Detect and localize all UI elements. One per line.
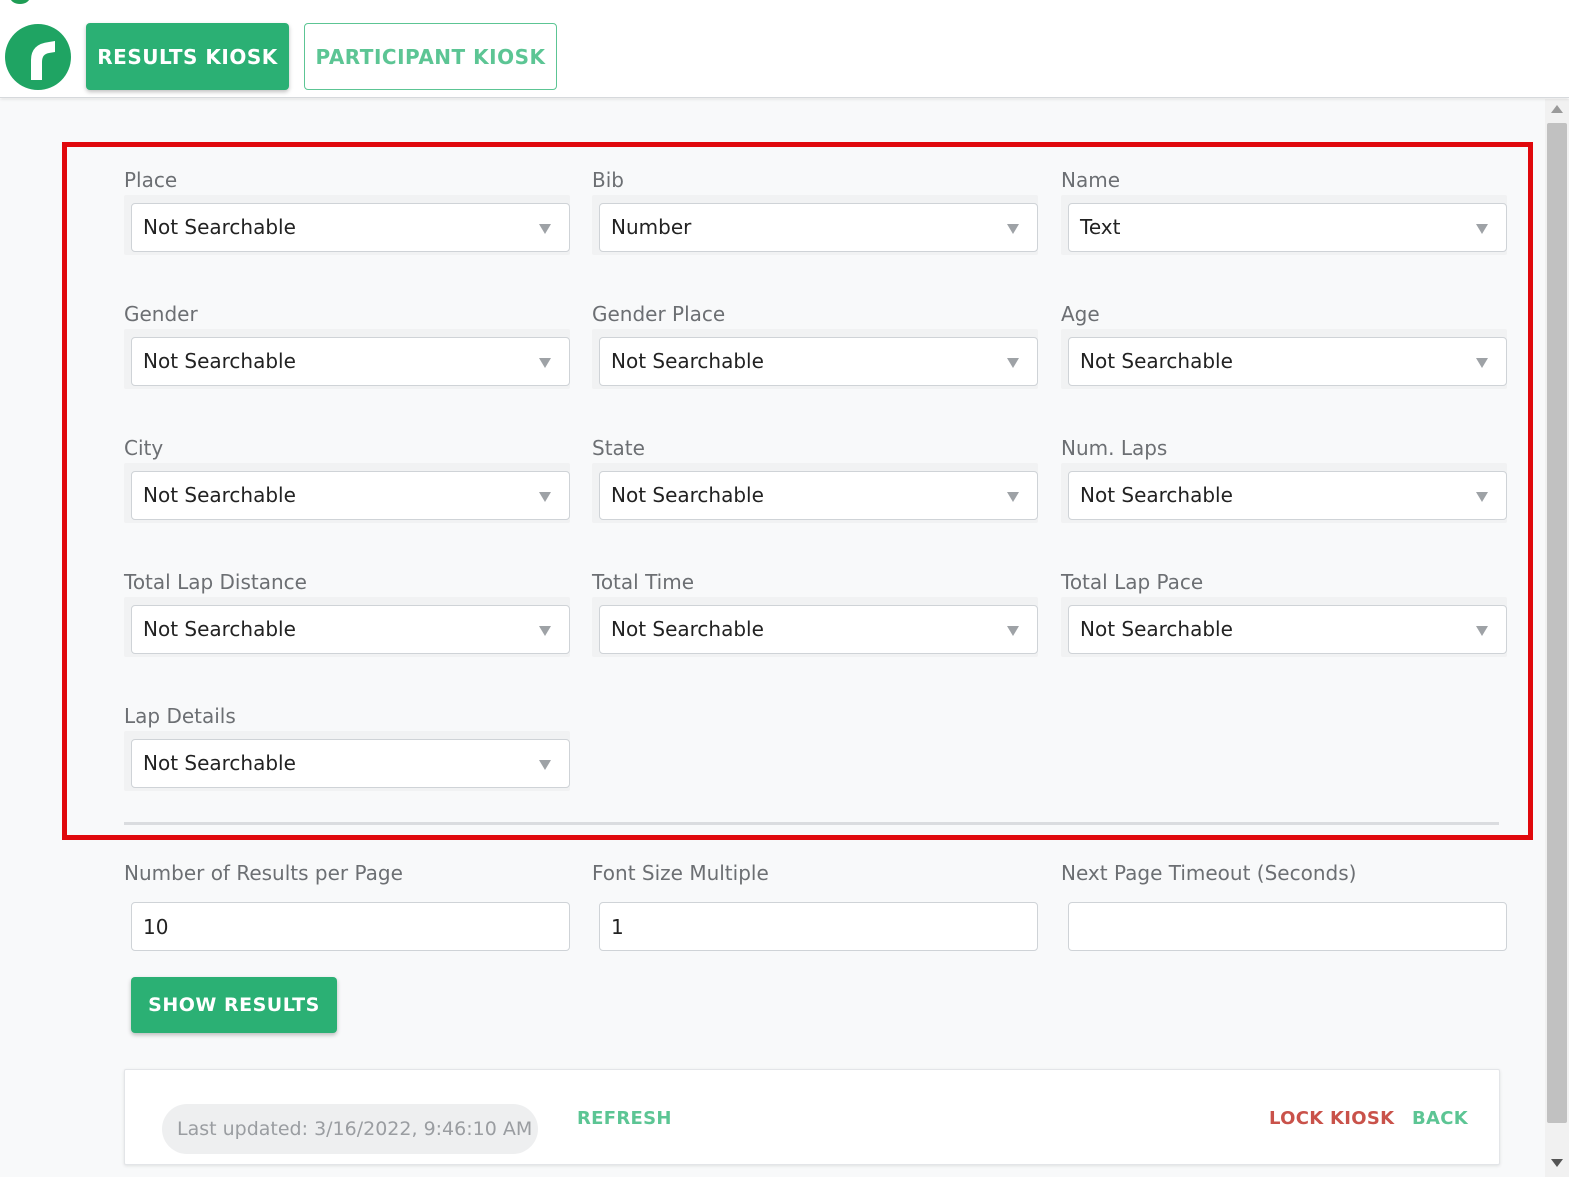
field-label: Gender Place <box>592 302 726 326</box>
field-label: Total Lap Distance <box>124 570 307 594</box>
dropdown-arrow-icon <box>539 760 551 770</box>
field-label: Place <box>124 168 178 192</box>
dropdown-arrow-icon <box>1476 626 1488 636</box>
select-value: Not Searchable <box>143 617 296 641</box>
dropdown-arrow-icon <box>1007 492 1019 502</box>
field-select[interactable]: Not Searchable <box>131 605 570 654</box>
field-city: City Not Searchable <box>124 433 570 523</box>
field-select[interactable]: Not Searchable <box>131 203 570 252</box>
scroll-up-arrow-icon[interactable] <box>1551 105 1563 113</box>
field-label: Gender <box>124 302 198 326</box>
field-select[interactable]: Not Searchable <box>599 337 1038 386</box>
scroll-down-arrow-icon[interactable] <box>1551 1159 1563 1167</box>
field-select[interactable]: Text <box>1068 203 1507 252</box>
select-value: Not Searchable <box>143 751 296 775</box>
select-value: Not Searchable <box>1080 483 1233 507</box>
dropdown-arrow-icon <box>1476 358 1488 368</box>
field-label: City <box>124 436 164 460</box>
dropdown-arrow-icon <box>539 626 551 636</box>
results-per-page-label: Number of Results per Page <box>124 861 403 885</box>
field-total-time: Total Time Not Searchable <box>592 567 1038 657</box>
select-value: Not Searchable <box>611 617 764 641</box>
footer-card: Last updated: 3/16/2022, 9:46:10 AM REFR… <box>124 1069 1500 1165</box>
select-value: Number <box>611 215 692 239</box>
field-label: Lap Details <box>124 704 236 728</box>
participant-kiosk-button[interactable]: PARTICIPANT KIOSK <box>304 23 557 90</box>
field-bib: Bib Number <box>592 165 1038 255</box>
back-button[interactable]: BACK <box>1412 1104 1468 1134</box>
refresh-button[interactable]: REFRESH <box>577 1104 672 1134</box>
dropdown-arrow-icon <box>1007 358 1019 368</box>
field-label: Total Lap Pace <box>1061 570 1204 594</box>
font-size-multiple-label: Font Size Multiple <box>592 861 769 885</box>
field-select[interactable]: Not Searchable <box>131 739 570 788</box>
tab-favicon-icon <box>10 0 30 4</box>
field-label: Num. Laps <box>1061 436 1168 460</box>
dropdown-arrow-icon <box>1007 224 1019 234</box>
field-label: Bib <box>592 168 624 192</box>
dropdown-arrow-icon <box>1476 224 1488 234</box>
dropdown-arrow-icon <box>539 358 551 368</box>
show-results-button[interactable]: SHOW RESULTS <box>131 977 337 1033</box>
select-value: Not Searchable <box>143 349 296 373</box>
results-per-page-field: Number of Results per Page <box>124 858 570 951</box>
field-select[interactable]: Not Searchable <box>131 471 570 520</box>
dropdown-arrow-icon <box>1476 492 1488 502</box>
last-updated-badge: Last updated: 3/16/2022, 9:46:10 AM <box>162 1104 538 1154</box>
next-page-timeout-field: Next Page Timeout (Seconds) <box>1061 858 1507 951</box>
field-select[interactable]: Not Searchable <box>599 605 1038 654</box>
results-per-page-input[interactable] <box>131 902 570 951</box>
next-page-timeout-label: Next Page Timeout (Seconds) <box>1061 861 1357 885</box>
field-label: State <box>592 436 645 460</box>
field-gender: Gender Not Searchable <box>124 299 570 389</box>
results-kiosk-button[interactable]: RESULTS KIOSK <box>86 23 289 90</box>
select-value: Not Searchable <box>143 215 296 239</box>
dropdown-arrow-icon <box>539 224 551 234</box>
font-size-multiple-input[interactable] <box>599 902 1038 951</box>
field-select[interactable]: Number <box>599 203 1038 252</box>
app-logo-icon[interactable] <box>5 24 71 90</box>
field-place: Place Not Searchable <box>124 165 570 255</box>
field-lap-details: Lap Details Not Searchable <box>124 701 570 791</box>
field-name: Name Text <box>1061 165 1507 255</box>
field-select[interactable]: Not Searchable <box>1068 471 1507 520</box>
field-select[interactable]: Not Searchable <box>1068 337 1507 386</box>
field-gender-place: Gender Place Not Searchable <box>592 299 1038 389</box>
field-num-laps: Num. Laps Not Searchable <box>1061 433 1507 523</box>
select-value: Text <box>1080 215 1121 239</box>
select-value: Not Searchable <box>143 483 296 507</box>
field-age: Age Not Searchable <box>1061 299 1507 389</box>
field-label: Total Time <box>592 570 695 594</box>
select-value: Not Searchable <box>611 349 764 373</box>
top-bar: RESULTS KIOSK PARTICIPANT KIOSK <box>0 0 1569 98</box>
dropdown-arrow-icon <box>539 492 551 502</box>
next-page-timeout-input[interactable] <box>1068 902 1507 951</box>
field-total-lap-pace: Total Lap Pace Not Searchable <box>1061 567 1507 657</box>
field-select[interactable]: Not Searchable <box>131 337 570 386</box>
field-select[interactable]: Not Searchable <box>599 471 1038 520</box>
dropdown-arrow-icon <box>1007 626 1019 636</box>
field-label: Age <box>1061 302 1100 326</box>
scrollbar-thumb[interactable] <box>1547 123 1567 1123</box>
font-size-multiple-field: Font Size Multiple <box>592 858 1038 951</box>
lock-kiosk-button[interactable]: LOCK KIOSK <box>1269 1104 1394 1134</box>
field-label: Name <box>1061 168 1121 192</box>
field-state: State Not Searchable <box>592 433 1038 523</box>
vertical-scrollbar[interactable] <box>1545 99 1569 1177</box>
field-select[interactable]: Not Searchable <box>1068 605 1507 654</box>
select-value: Not Searchable <box>1080 349 1233 373</box>
select-value: Not Searchable <box>611 483 764 507</box>
field-total-lap-distance: Total Lap Distance Not Searchable <box>124 567 570 657</box>
section-divider <box>124 822 1499 825</box>
select-value: Not Searchable <box>1080 617 1233 641</box>
